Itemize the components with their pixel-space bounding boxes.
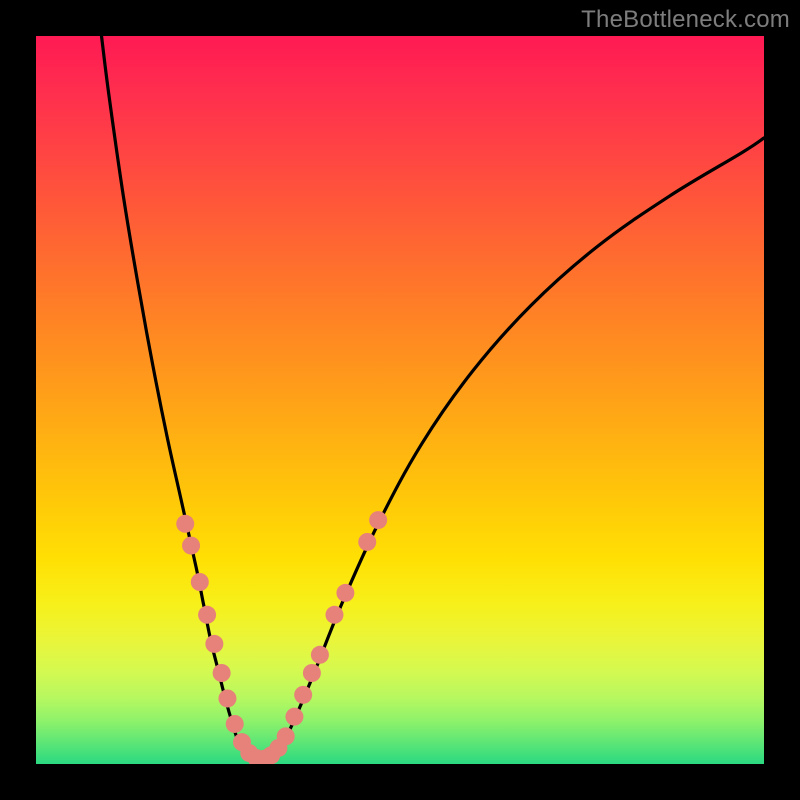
data-marker bbox=[285, 708, 303, 726]
data-marker bbox=[294, 686, 312, 704]
data-marker bbox=[226, 715, 244, 733]
data-marker bbox=[358, 533, 376, 551]
data-marker bbox=[198, 606, 216, 624]
chart-frame: TheBottleneck.com bbox=[0, 0, 800, 800]
data-marker bbox=[311, 646, 329, 664]
data-marker bbox=[218, 689, 236, 707]
bottleneck-curve bbox=[102, 36, 764, 761]
data-marker bbox=[369, 511, 387, 529]
plot-area bbox=[36, 36, 764, 764]
data-marker bbox=[213, 664, 231, 682]
data-marker bbox=[191, 573, 209, 591]
data-marker bbox=[303, 664, 321, 682]
data-marker bbox=[325, 606, 343, 624]
watermark-text: TheBottleneck.com bbox=[581, 6, 790, 34]
data-marker bbox=[336, 584, 354, 602]
curve-markers bbox=[176, 511, 387, 764]
curve-layer bbox=[36, 36, 764, 764]
data-marker bbox=[182, 537, 200, 555]
data-marker bbox=[277, 727, 295, 745]
data-marker bbox=[205, 635, 223, 653]
data-marker bbox=[176, 515, 194, 533]
